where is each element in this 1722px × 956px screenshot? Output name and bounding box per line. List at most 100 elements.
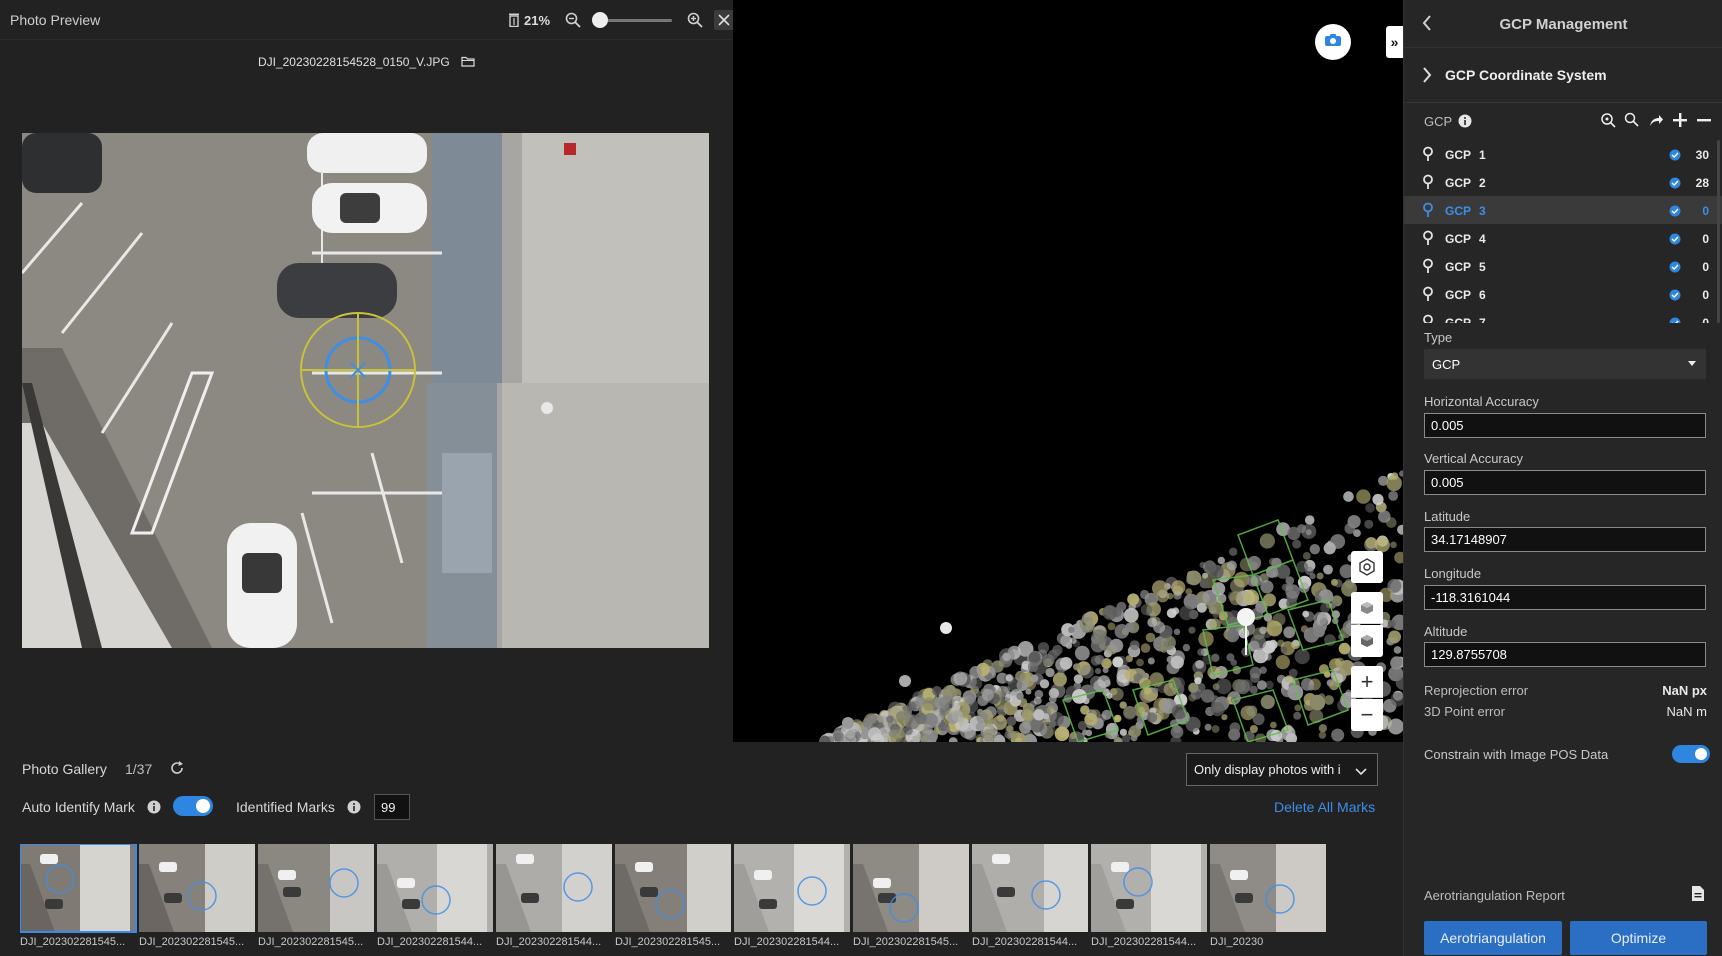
thumbnail-image: [20, 844, 137, 933]
cube-icon[interactable]: [1351, 592, 1383, 624]
thumbnail-caption: DJI_202302281545...: [20, 936, 126, 948]
check-circle-icon: [1669, 232, 1681, 250]
altitude-input[interactable]: [1424, 642, 1706, 667]
zoom-out-icon[interactable]: [564, 11, 582, 29]
share-icon[interactable]: [1647, 111, 1665, 129]
add-icon[interactable]: [1671, 111, 1689, 129]
gcp-photo-count: 28: [1695, 176, 1709, 190]
thumbnail-caption: DJI_202302281544...: [1091, 936, 1197, 948]
gallery-title: Photo Gallery: [22, 761, 107, 777]
info-icon: [1458, 114, 1472, 133]
thumbnail-image: [1210, 844, 1326, 932]
3d-scene-viewer[interactable]: » + −: [733, 0, 1403, 742]
constrain-pos-toggle[interactable]: [1672, 745, 1710, 763]
reprojection-error-label: Reprojection error: [1424, 683, 1529, 698]
trash-icon[interactable]: [506, 11, 522, 29]
camera-button[interactable]: [1315, 24, 1351, 60]
map-zoom-out-button[interactable]: −: [1351, 699, 1383, 731]
gallery-thumbnail[interactable]: DJI_202302281544...: [972, 844, 1088, 950]
cube-solid-icon[interactable]: [1351, 625, 1383, 657]
gallery-thumbnail[interactable]: DJI_202302281544...: [1091, 844, 1207, 950]
gcp-photo-count: 30: [1695, 148, 1709, 162]
thumbnail-image: [734, 844, 850, 932]
gcp-management-panel: GCP Management GCP Coordinate System GCP…: [1403, 0, 1722, 956]
gcp-list-scrollbar[interactable]: [1717, 140, 1720, 323]
gallery-thumbnail[interactable]: DJI_202302281545...: [139, 844, 255, 950]
gcp-photo-count: 0: [1702, 316, 1709, 323]
check-circle-icon: [1669, 148, 1681, 166]
horizontal-accuracy-input[interactable]: [1424, 413, 1706, 438]
gallery-count: 1/37: [125, 761, 153, 777]
zoom-slider-thumb[interactable]: [592, 12, 609, 28]
gcp-list-item[interactable]: GCP 6 0: [1404, 280, 1722, 308]
close-icon[interactable]: [714, 10, 735, 30]
panel-title: GCP Management: [1499, 16, 1628, 33]
zoom-slider[interactable]: [592, 11, 673, 29]
aerotriangulation-button[interactable]: Aerotriangulation: [1424, 921, 1562, 955]
gcp-list-item[interactable]: GCP 5 0: [1404, 252, 1722, 280]
gcp-name: GCP: [1445, 232, 1472, 246]
thumbnail-caption: DJI_202302281545...: [258, 936, 364, 948]
auto-identify-toggle[interactable]: [173, 796, 213, 816]
document-icon[interactable]: [1691, 885, 1705, 907]
longitude-input[interactable]: [1424, 585, 1706, 610]
gcp-number: 7: [1479, 316, 1486, 323]
model-view-button[interactable]: [1351, 551, 1383, 583]
thumbnail-caption: DJI_202302281544...: [377, 936, 483, 948]
gcp-list-item[interactable]: GCP 7 0: [1404, 308, 1722, 323]
photo-filter-dropdown[interactable]: Only display photos with i: [1186, 753, 1378, 786]
gcp-photo-count: 0: [1702, 204, 1709, 218]
camera-icon: [1324, 33, 1342, 52]
gcp-name: GCP: [1445, 288, 1472, 302]
gallery-thumbnail[interactable]: DJI_202302281544...: [377, 844, 493, 950]
map-zoom-in-button[interactable]: +: [1351, 666, 1383, 698]
chevron-right-icon: [1422, 67, 1432, 88]
photo-gallery: Photo Gallery 1/37 Auto Identify Mark Id…: [0, 742, 1403, 956]
pin-icon: [1422, 202, 1434, 223]
vertical-accuracy-input[interactable]: [1424, 470, 1706, 495]
latitude-input[interactable]: [1424, 527, 1706, 552]
type-value: GCP: [1432, 356, 1461, 372]
gcp-list-item[interactable]: GCP 3 0: [1404, 196, 1722, 224]
expand-panel-icon[interactable]: »: [1386, 26, 1403, 58]
point-error-value: NaN m: [1666, 704, 1707, 719]
pin-icon: [1422, 286, 1434, 307]
gallery-thumbnail[interactable]: DJI_202302281545...: [20, 844, 137, 950]
gcp-section-label: GCP: [1424, 114, 1453, 129]
refresh-icon[interactable]: [168, 759, 186, 777]
gcp-photo-count: 0: [1702, 260, 1709, 274]
identified-marks-label: Identified Marks: [236, 799, 335, 815]
delete-all-marks-link[interactable]: Delete All Marks: [1274, 799, 1375, 815]
folder-icon[interactable]: [461, 56, 475, 70]
search-pin-icon[interactable]: [1623, 111, 1641, 129]
gcp-number: 2: [1479, 176, 1486, 190]
pin-icon: [1422, 174, 1434, 195]
point-cloud: [819, 470, 1403, 742]
thumbnail-image: [377, 844, 493, 932]
gallery-thumbnail[interactable]: DJI_202302281545...: [258, 844, 374, 950]
horizontal-accuracy-label: Horizontal Accuracy: [1424, 394, 1539, 409]
gallery-thumbnail[interactable]: DJI_202302281545...: [853, 844, 969, 950]
gallery-thumbnail[interactable]: DJI_202302281544...: [734, 844, 850, 950]
thumbnail-caption: DJI_202302281544...: [496, 936, 602, 948]
thumbnail-image: [972, 844, 1088, 932]
gcp-list-item[interactable]: GCP 4 0: [1404, 224, 1722, 252]
coordinate-system-row[interactable]: GCP Coordinate System: [1404, 48, 1722, 103]
gcp-list-item[interactable]: GCP 2 28: [1404, 168, 1722, 196]
gcp-list-item[interactable]: GCP 1 30: [1404, 140, 1722, 168]
reprojection-error-value: NaN px: [1662, 683, 1707, 698]
aerial-photo[interactable]: [22, 133, 709, 648]
identified-marks-input[interactable]: [374, 794, 410, 820]
zoom-in-icon[interactable]: [686, 11, 704, 29]
gcp-photo-count: 0: [1702, 232, 1709, 246]
remove-icon[interactable]: [1695, 111, 1713, 129]
gcp-name: GCP: [1445, 316, 1472, 323]
gallery-thumbnail[interactable]: DJI_202302281545...: [615, 844, 731, 950]
gallery-thumbnail[interactable]: DJI_20230: [1210, 844, 1326, 950]
auto-locate-icon[interactable]: [1599, 111, 1617, 129]
type-dropdown[interactable]: GCP: [1424, 349, 1706, 379]
photo-preview-header: Photo Preview 21%: [0, 0, 735, 40]
thumbnail-caption: DJI_202302281545...: [615, 936, 721, 948]
optimize-button[interactable]: Optimize: [1570, 921, 1707, 955]
gallery-thumbnail[interactable]: DJI_202302281544...: [496, 844, 612, 950]
